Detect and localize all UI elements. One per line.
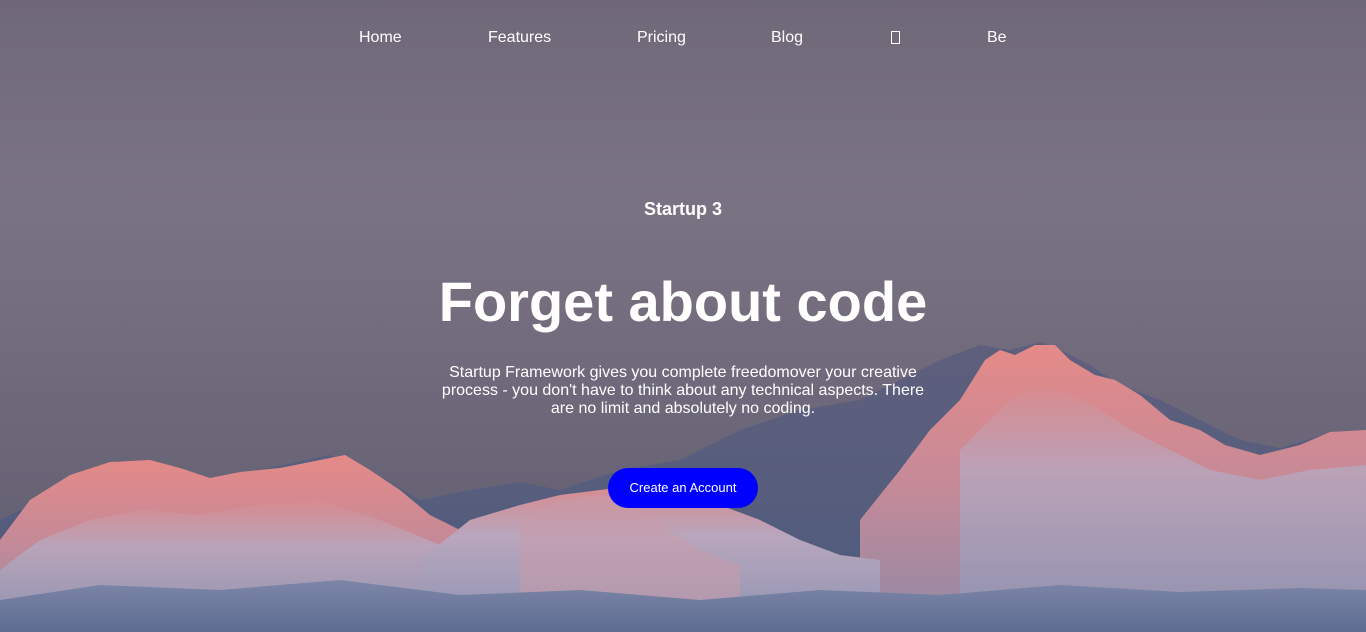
hero-eyebrow: Startup 3 [643,199,722,219]
nav-pricing-link[interactable]: Pricing [637,28,686,48]
hero-headline: Forget about code [438,270,928,333]
hero-subtext: Startup Framework gives you complete fre… [441,364,925,417]
nav-be-link[interactable]: Be [987,28,1007,48]
top-navigation: Home Features Pricing Blog Be [0,0,1366,76]
nav-home-link[interactable]: Home [359,28,402,48]
missing-glyph-icon[interactable] [891,31,900,44]
hero-section: Home Features Pricing Blog Be Startup 3 … [0,0,1366,632]
create-account-button[interactable]: Create an Account [608,468,758,508]
nav-features-link[interactable]: Features [488,28,551,48]
nav-blog-link[interactable]: Blog [771,28,803,48]
